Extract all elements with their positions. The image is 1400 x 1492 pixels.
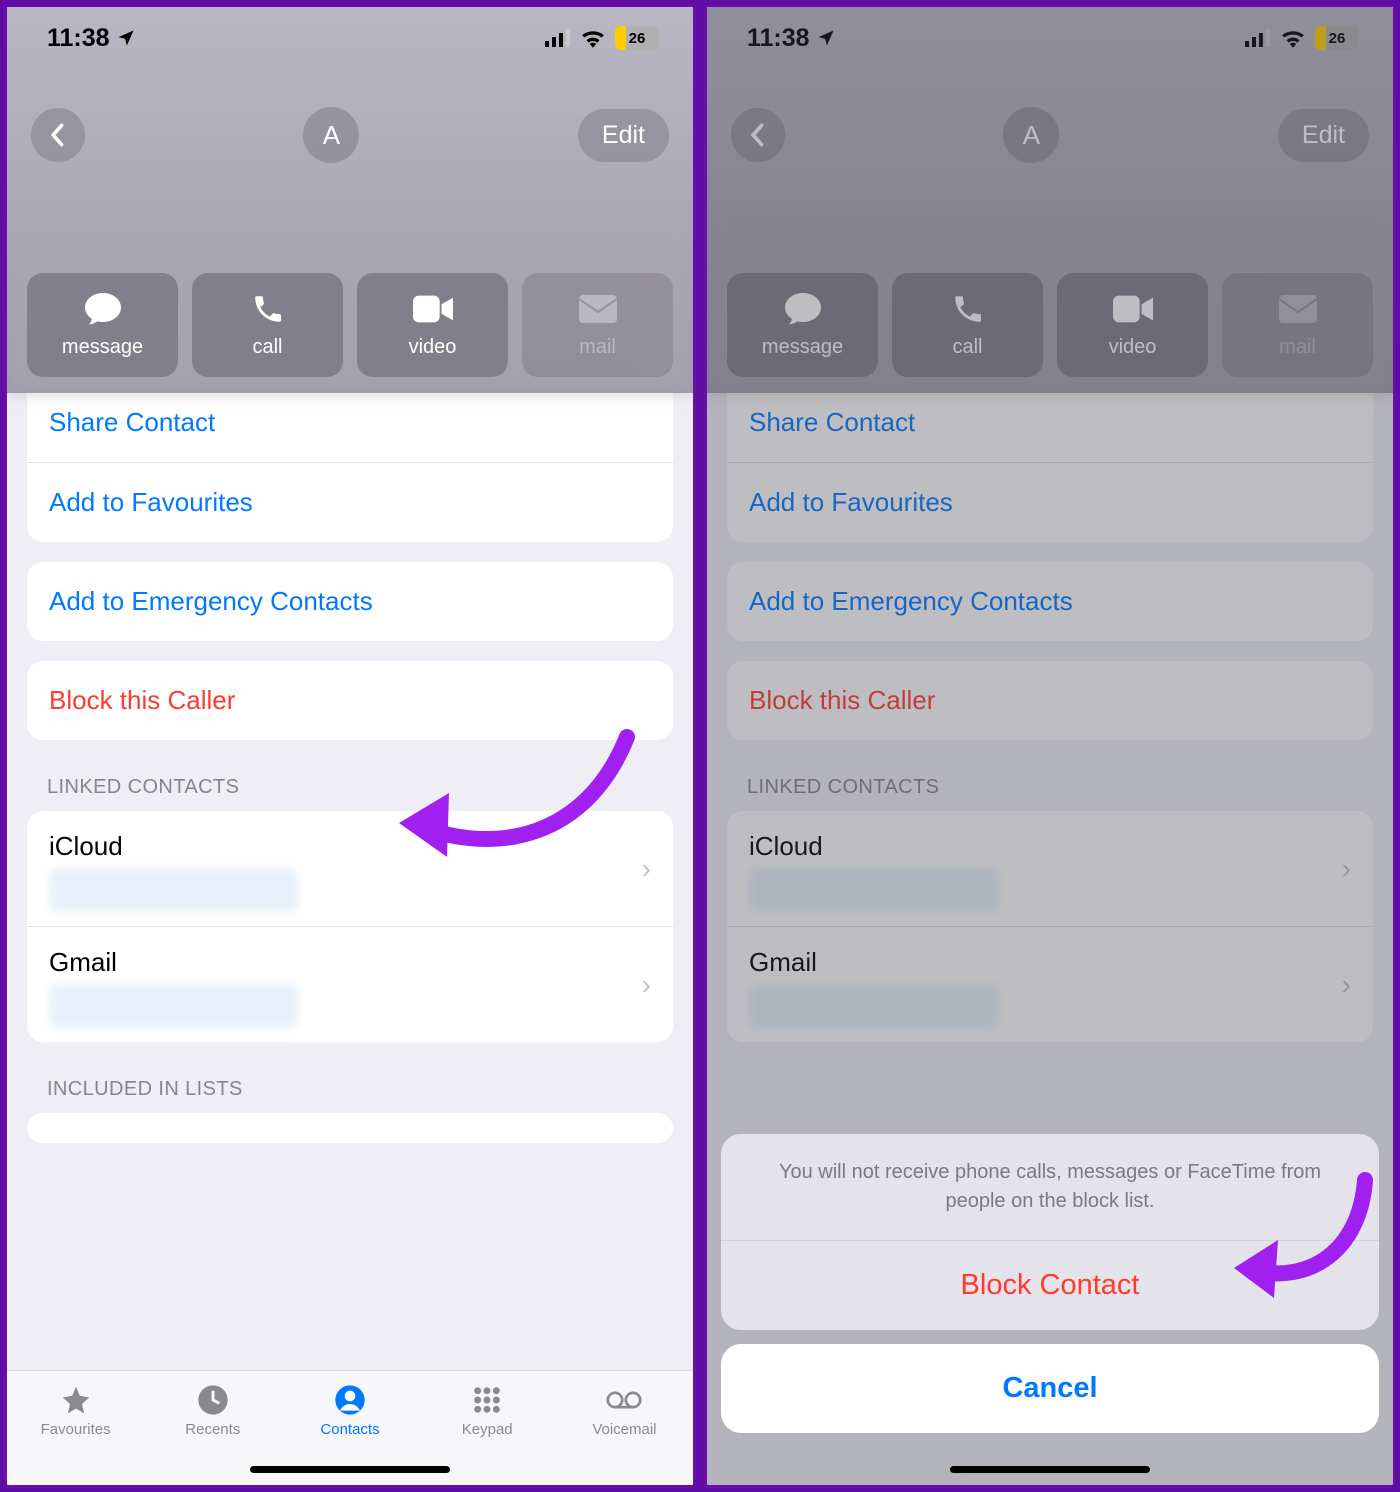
message-icon [83, 291, 123, 327]
avatar: A [1003, 107, 1059, 163]
back-button[interactable] [731, 108, 785, 162]
message-icon [783, 291, 823, 327]
clock-icon [197, 1384, 229, 1416]
wifi-icon [580, 28, 606, 48]
included-lists-label: INCLUDED IN LISTS [47, 1078, 653, 1101]
linked-gmail-row[interactable]: Gmail › [727, 926, 1373, 1042]
share-contact-row[interactable]: Share Contact [727, 393, 1373, 462]
edit-button[interactable]: Edit [1278, 109, 1369, 162]
blurred-value [49, 868, 299, 912]
status-time: 11:38 [747, 24, 810, 53]
blurred-value [749, 868, 999, 912]
add-emergency-row[interactable]: Add to Emergency Contacts [27, 562, 673, 641]
add-favourites-row[interactable]: Add to Favourites [727, 462, 1373, 542]
status-time: 11:38 [47, 24, 110, 53]
annotation-arrow [1220, 1170, 1380, 1310]
cellular-icon [545, 29, 571, 47]
blurred-value [49, 984, 299, 1028]
group-linked: iCloud › Gmail › [727, 811, 1373, 1042]
tab-keypad[interactable]: Keypad [419, 1383, 556, 1438]
phone-icon [251, 292, 285, 326]
screenshot-right: 11:38 26 A Edit message [704, 4, 1396, 1488]
mail-action: mail [1222, 273, 1373, 377]
chevron-left-icon [750, 123, 766, 147]
cancel-button[interactable]: Cancel [721, 1344, 1379, 1433]
cellular-icon [1245, 29, 1271, 47]
home-indicator[interactable] [950, 1466, 1150, 1473]
chevron-left-icon [50, 123, 66, 147]
person-icon [334, 1384, 366, 1416]
chevron-right-icon: › [642, 969, 651, 1001]
home-indicator[interactable] [250, 1466, 450, 1473]
status-bar: 11:38 26 [707, 7, 1393, 69]
video-action[interactable]: video [1057, 273, 1208, 377]
video-icon [1113, 295, 1153, 323]
tab-voicemail[interactable]: Voicemail [556, 1383, 693, 1438]
voicemail-icon [606, 1389, 642, 1411]
star-icon [59, 1384, 93, 1416]
group-actions-1: Send Message Share Contact Add to Favour… [27, 393, 673, 542]
mail-icon [579, 295, 617, 323]
call-action[interactable]: call [892, 273, 1043, 377]
chevron-right-icon: › [1342, 853, 1351, 885]
group-lists [27, 1113, 673, 1143]
phone-icon [951, 292, 985, 326]
annotation-arrow [387, 727, 647, 887]
linked-contacts-label: LINKED CONTACTS [747, 776, 1353, 799]
tab-contacts[interactable]: Contacts [281, 1383, 418, 1438]
edit-button[interactable]: Edit [578, 109, 669, 162]
battery-pct: 26 [629, 30, 646, 47]
add-emergency-row[interactable]: Add to Emergency Contacts [727, 562, 1373, 641]
mail-icon [1279, 295, 1317, 323]
group-block: Block this Caller [727, 661, 1373, 740]
add-favourites-row[interactable]: Add to Favourites [27, 462, 673, 542]
message-action[interactable]: message [27, 273, 178, 377]
blurred-value [749, 984, 999, 1028]
video-icon [413, 295, 453, 323]
location-icon [816, 28, 836, 48]
battery-pct: 26 [1329, 30, 1346, 47]
video-action[interactable]: video [357, 273, 508, 377]
status-bar: 11:38 26 [7, 7, 693, 69]
block-caller-row[interactable]: Block this Caller [727, 661, 1373, 740]
call-action[interactable]: call [192, 273, 343, 377]
group-emergency: Add to Emergency Contacts [27, 562, 673, 641]
group-emergency: Add to Emergency Contacts [727, 562, 1373, 641]
tab-recents[interactable]: Recents [144, 1383, 281, 1438]
battery-icon: 26 [1315, 26, 1359, 50]
linked-gmail-row[interactable]: Gmail › [27, 926, 673, 1042]
group-actions-1: Send Message Share Contact Add to Favour… [727, 393, 1373, 542]
location-icon [116, 28, 136, 48]
mail-action: mail [522, 273, 673, 377]
tab-favourites[interactable]: Favourites [7, 1383, 144, 1438]
message-action[interactable]: message [727, 273, 878, 377]
keypad-icon [471, 1384, 503, 1416]
back-button[interactable] [31, 108, 85, 162]
contact-body[interactable]: Send Message Share Contact Add to Favour… [7, 393, 693, 1485]
avatar: A [303, 107, 359, 163]
wifi-icon [1280, 28, 1306, 48]
screenshot-left: 11:38 26 A Edit message [4, 4, 696, 1488]
battery-icon: 26 [615, 26, 659, 50]
share-contact-row[interactable]: Share Contact [27, 393, 673, 462]
linked-icloud-row[interactable]: iCloud › [727, 811, 1373, 926]
chevron-right-icon: › [1342, 969, 1351, 1001]
